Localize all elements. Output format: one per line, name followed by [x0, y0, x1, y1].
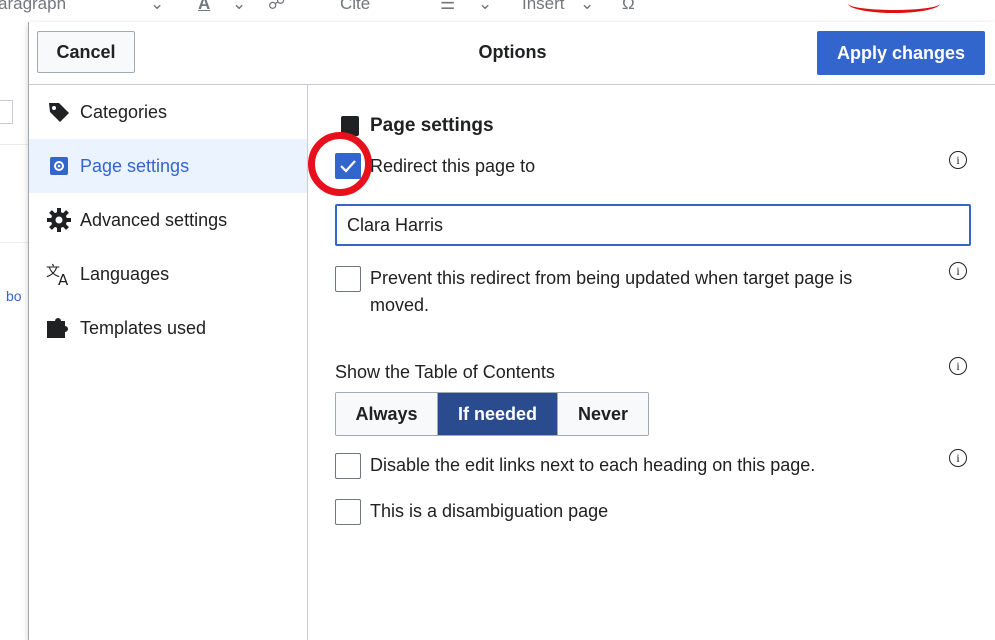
editor-page-background: bo [0, 24, 28, 640]
disambiguation-label: This is a disambiguation page [370, 501, 609, 521]
insert-label: Insert [522, 0, 565, 13]
info-icon[interactable]: i [949, 357, 967, 375]
info-icon[interactable]: i [949, 449, 967, 467]
options-sidebar: Categories Page settings Advanced settin… [29, 85, 308, 640]
toc-label: Show the Table of Contents [335, 362, 555, 382]
divider [0, 242, 28, 243]
toc-segmented-control: Always If needed Never [335, 392, 649, 436]
sidebar-item-categories[interactable]: Categories [29, 85, 307, 139]
toc-option-never[interactable]: Never [557, 393, 648, 435]
gear-icon [46, 207, 72, 233]
page-settings-panel: Page settings Redirect this page to i Pr… [308, 85, 995, 640]
chevron-down-icon: ⌄ [478, 0, 493, 13]
sidebar-item-label: Categories [80, 101, 168, 122]
options-dialog: Cancel Options Apply changes Categories … [28, 22, 995, 640]
prevent-redirect-label-line2: moved. [370, 295, 430, 315]
prevent-redirect-label-line1: Prevent this redirect from being updated… [370, 268, 853, 288]
annotation-arc [848, 0, 940, 13]
prevent-redirect-update-checkbox[interactable] [335, 266, 361, 292]
special-character-icon: Ω [622, 0, 635, 13]
disable-edit-links-checkbox[interactable] [335, 453, 361, 479]
page-edge [0, 100, 13, 124]
background-text: bo [6, 288, 22, 304]
toc-option-if-needed[interactable]: If needed [438, 393, 557, 435]
text-style-icon: A [198, 0, 211, 13]
sidebar-item-label: Languages [80, 263, 170, 284]
disambiguation-checkbox[interactable] [335, 499, 361, 525]
sidebar-item-languages[interactable]: 文A Languages [29, 247, 307, 301]
sidebar-item-advanced-settings[interactable]: Advanced settings [29, 193, 307, 247]
chevron-down-icon: ⌄ [232, 0, 247, 13]
section-title: Page settings [370, 115, 494, 136]
annotation-circle [308, 132, 372, 196]
tag-icon [46, 99, 72, 125]
svg-text:A: A [58, 271, 69, 286]
sidebar-item-label: Advanced settings [80, 209, 228, 230]
sidebar-item-label: Page settings [80, 155, 190, 176]
sidebar-item-page-settings[interactable]: Page settings [29, 139, 307, 193]
page-settings-icon [46, 153, 72, 179]
language-icon: 文A [46, 261, 72, 287]
info-icon[interactable]: i [949, 151, 967, 169]
disable-edit-links-label: Disable the edit links next to each head… [370, 455, 816, 475]
redirect-label: Redirect this page to [370, 156, 536, 176]
toc-option-always[interactable]: Always [336, 393, 438, 435]
link-icon: ☍ [268, 0, 286, 13]
puzzle-icon [46, 315, 72, 341]
redirect-target-input[interactable] [335, 204, 971, 246]
apply-changes-button[interactable]: Apply changes [817, 31, 985, 75]
chevron-down-icon: ⌄ [150, 0, 165, 13]
list-icon: ☰ [440, 0, 456, 13]
sidebar-item-label: Templates used [80, 317, 207, 338]
cite-label: Cite [340, 0, 371, 13]
info-icon[interactable]: i [949, 262, 967, 280]
dialog-header: Cancel Options Apply changes [29, 22, 995, 85]
chevron-down-icon: ⌄ [580, 0, 595, 13]
sidebar-item-templates-used[interactable]: Templates used [29, 301, 307, 355]
paragraph-format-label: aragraph [0, 0, 67, 13]
divider [0, 144, 28, 145]
